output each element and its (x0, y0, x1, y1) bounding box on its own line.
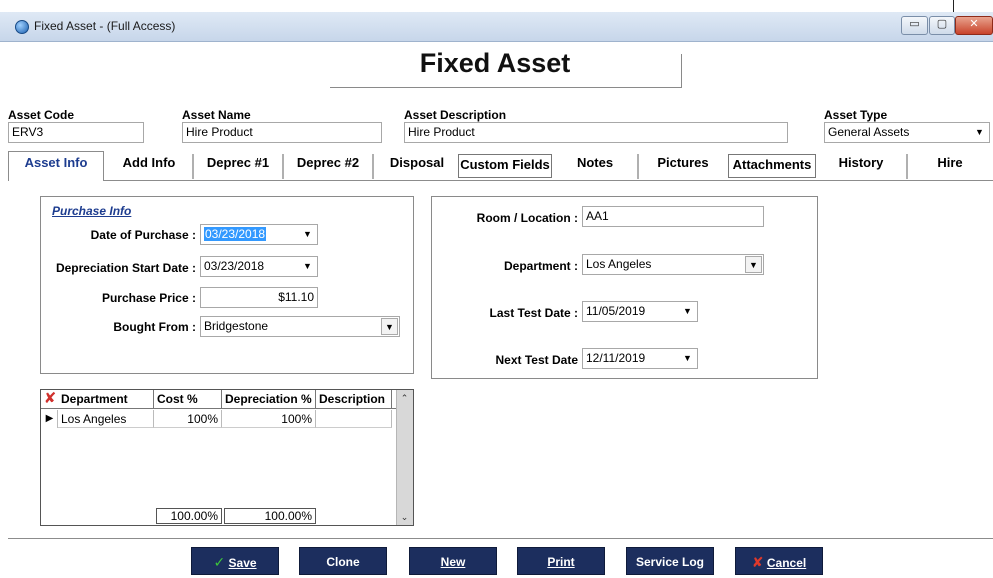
maximize-button[interactable]: ▢ (929, 16, 955, 35)
date-of-purchase-value: 03/23/2018 (204, 227, 267, 241)
department-select[interactable]: Los Angeles ▼ (582, 254, 764, 275)
purchase-price-label: Purchase Price : (101, 291, 196, 305)
tabs-rule (8, 180, 993, 181)
page-title: Fixed Asset (419, 48, 571, 78)
asset-name-label: Asset Name (182, 108, 251, 122)
chevron-down-icon[interactable]: ▼ (679, 303, 696, 320)
close-button[interactable]: ✕ (955, 16, 993, 35)
room-location-label: Room / Location : (476, 211, 578, 225)
bought-from-value: Bridgestone (204, 319, 269, 333)
depreciation-start-date-value: 03/23/2018 (204, 259, 265, 273)
purchase-info-title: Purchase Info (52, 204, 132, 218)
save-button[interactable]: ✓ Save (191, 547, 279, 575)
check-icon: ✓ (213, 554, 226, 570)
service-log-button[interactable]: Service Log (626, 547, 714, 575)
last-test-date-field[interactable]: 11/05/2019 ▼ (582, 301, 698, 322)
cancel-button[interactable]: ✘ Cancel (735, 547, 823, 575)
tab-add-info[interactable]: Add Info (106, 152, 192, 179)
asset-code-field[interactable]: ERV3 (8, 122, 144, 143)
tab-pictures[interactable]: Pictures (640, 152, 726, 179)
grid-total-depreciation: 100.00% (224, 508, 316, 524)
tab-divider (372, 154, 374, 179)
window-corner-mark (953, 0, 954, 12)
chevron-down-icon[interactable]: ▼ (299, 226, 316, 243)
date-of-purchase-field[interactable]: 03/23/2018 ▼ (200, 224, 318, 245)
delete-row-icon[interactable]: ✘ (42, 391, 58, 407)
chevron-down-icon[interactable]: ▼ (679, 350, 696, 367)
purchase-price-field[interactable]: $11.10 (200, 287, 318, 308)
next-test-date-field[interactable]: 12/11/2019 ▼ (582, 348, 698, 369)
tab-hire[interactable]: Hire (910, 152, 990, 179)
tab-deprec-2[interactable]: Deprec #2 (284, 152, 372, 179)
grid-total-cost: 100.00% (156, 508, 222, 524)
department-value: Los Angeles (586, 257, 652, 271)
asset-code-label: Asset Code (8, 108, 75, 122)
chevron-down-icon[interactable]: ▼ (971, 124, 988, 141)
last-test-date-label: Last Test Date : (489, 306, 578, 320)
asset-name-field[interactable]: Hire Product (182, 122, 382, 143)
save-label: Save (228, 556, 257, 570)
tab-divider (637, 154, 639, 179)
print-label: Print (547, 555, 575, 569)
grid-cell-description[interactable] (316, 410, 392, 428)
grid-scrollbar[interactable] (396, 390, 413, 525)
grid-cell-department[interactable]: Los Angeles (58, 410, 154, 428)
chevron-down-icon[interactable]: ▼ (381, 318, 398, 335)
bought-from-select[interactable]: Bridgestone ▼ (200, 316, 400, 337)
tab-disposal[interactable]: Disposal (376, 152, 458, 179)
next-test-date-value: 12/11/2019 (586, 351, 646, 365)
new-label: New (440, 555, 466, 569)
purchase-info-panel (40, 196, 414, 374)
grid-header-cost[interactable]: Cost % (154, 390, 222, 408)
asset-description-field[interactable]: Hire Product (404, 122, 788, 143)
date-of-purchase-label: Date of Purchase : (90, 228, 196, 242)
last-test-date-value: 11/05/2019 (586, 304, 646, 318)
asset-type-label: Asset Type (824, 108, 888, 122)
tab-history[interactable]: History (818, 152, 904, 179)
scroll-down-icon[interactable]: ⌄ (396, 509, 413, 525)
grid-cell-depreciation[interactable]: 100% (222, 410, 316, 428)
asset-type-value: General Assets (828, 125, 910, 139)
grid-header-department[interactable]: Department (58, 390, 154, 408)
next-test-date-label: Next Test Date (495, 353, 578, 367)
grid-header-depreciation[interactable]: Depreciation % (222, 390, 316, 408)
grid-cell-cost[interactable]: 100% (154, 410, 222, 428)
tab-attachments[interactable]: Attachments (728, 154, 816, 178)
print-button[interactable]: Print (517, 547, 605, 575)
room-location-field[interactable]: AA1 (582, 206, 764, 227)
scroll-up-icon[interactable]: ⌃ (396, 390, 413, 406)
tab-custom-fields[interactable]: Custom Fields (458, 154, 552, 178)
tab-notes[interactable]: Notes (554, 152, 636, 179)
cancel-label: Cancel (766, 556, 807, 570)
bought-from-label: Bought From : (113, 320, 196, 334)
chevron-down-icon[interactable]: ▼ (299, 258, 316, 275)
footer-rule (8, 538, 993, 539)
grid-header-description[interactable]: Description (316, 390, 392, 408)
clone-button[interactable]: Clone (299, 547, 387, 575)
tab-asset-info[interactable]: Asset Info (8, 151, 104, 181)
asset-description-label: Asset Description (404, 108, 507, 122)
depreciation-start-date-field[interactable]: 03/23/2018 ▼ (200, 256, 318, 277)
cancel-x-icon: ✘ (751, 554, 764, 570)
new-button[interactable]: New (409, 547, 497, 575)
row-selector-icon[interactable]: ▶ (42, 410, 58, 428)
minimize-button[interactable]: ▭ (901, 16, 928, 35)
tab-deprec-1[interactable]: Deprec #1 (194, 152, 282, 179)
department-label: Department : (503, 259, 578, 273)
window-title: Fixed Asset - (Full Access) (34, 19, 176, 33)
app-icon (15, 20, 29, 34)
asset-type-select[interactable]: General Assets ▼ (824, 122, 990, 143)
tab-divider (906, 154, 908, 179)
depreciation-start-date-label: Depreciation Start Date : (55, 261, 196, 275)
chevron-down-icon[interactable]: ▼ (745, 256, 762, 273)
